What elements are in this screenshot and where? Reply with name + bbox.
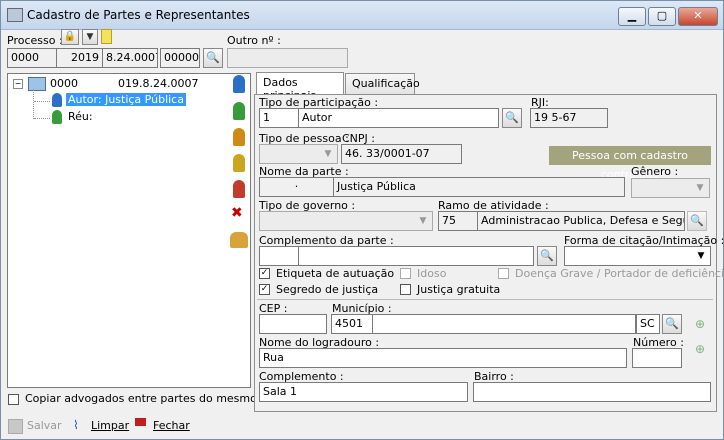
genero-select[interactable]: ▼ — [631, 178, 710, 198]
idoso-label: Idoso — [417, 267, 447, 280]
forma-citacao-select[interactable]: ▼ — [564, 246, 711, 266]
ramo-code[interactable]: 75 — [438, 211, 478, 231]
gratuita-checkbox[interactable] — [400, 284, 411, 295]
doenca-checkbox[interactable] — [498, 268, 509, 279]
search-participacao-icon[interactable]: 🔍 — [502, 108, 522, 128]
ramo-field[interactable]: Administracao Publica, Defesa e Segurida… — [477, 211, 685, 231]
add-terceiro-icon[interactable] — [233, 128, 245, 146]
parties-tree[interactable]: − 0000 019.8.24.0007 Autor: Justiça Públ… — [7, 73, 251, 388]
outro-field[interactable] — [227, 48, 348, 68]
add-reu-icon[interactable] — [233, 102, 245, 120]
minimize-button[interactable]: ▁ — [618, 7, 646, 26]
maximize-button[interactable]: ▢ — [648, 7, 676, 26]
municipio-code[interactable]: 4501 — [331, 314, 373, 334]
note-icon[interactable] — [101, 29, 112, 44]
etiqueta-checkbox[interactable]: ✓ — [259, 268, 270, 279]
autor-person-icon — [52, 93, 62, 107]
tipo-governo-select[interactable]: ▼ — [259, 211, 433, 231]
genero-label: Gênero : — [631, 165, 679, 178]
main-window: Cadastro de Partes e Representantes ▁ ▢ … — [0, 0, 724, 440]
processo-seg3[interactable]: 8.24.0007 — [102, 48, 158, 68]
tree-root-left: 0000 — [50, 77, 78, 90]
logradouro-field[interactable]: Rua — [259, 348, 627, 368]
footer-toolbar: Salvar ⌇ Limpar Fechar — [1, 415, 723, 439]
group-parties-icon[interactable] — [230, 232, 248, 248]
tree-item-autor[interactable]: Autor: Justiça Pública — [66, 93, 186, 106]
fechar-button[interactable]: Fechar — [153, 419, 190, 432]
nome-parte-field[interactable]: Justiça Pública — [333, 177, 625, 197]
processo-seg4[interactable]: 00000 — [160, 48, 200, 68]
broom-icon: ⌇ — [73, 418, 79, 432]
processo-label: Processo : — [7, 34, 63, 47]
tree-item-reu[interactable]: Réu: — [68, 110, 93, 123]
app-icon — [7, 8, 23, 22]
reu-person-icon — [52, 110, 62, 124]
search-ramo-icon[interactable]: 🔍 — [687, 211, 707, 231]
tree-root-right: 019.8.24.0007 — [118, 77, 199, 90]
remove-party-icon[interactable]: ✖ — [231, 205, 243, 221]
tree-collapse-icon[interactable]: − — [13, 79, 23, 89]
tipo-participacao-field[interactable]: Autor — [298, 108, 499, 128]
address-lookup-icon[interactable]: ⊕ — [695, 342, 705, 356]
copiar-checkbox[interactable] — [8, 394, 19, 405]
complemento-parte-code[interactable] — [259, 246, 299, 266]
processo-seg2[interactable]: 2019 — [56, 48, 103, 68]
uf-field[interactable]: SC — [636, 314, 660, 334]
tipo-pessoa-select[interactable]: ▼ — [259, 144, 338, 164]
idoso-checkbox[interactable] — [400, 268, 411, 279]
bairro-field[interactable] — [473, 382, 711, 402]
municipio-field[interactable] — [372, 314, 636, 334]
map-search-icon[interactable]: ⊕ — [695, 317, 705, 331]
tab-qualificacao[interactable]: Qualificação — [345, 73, 420, 94]
segredo-label: Segredo de justiça — [276, 283, 379, 296]
cnpj-field[interactable]: 46. 33/0001-07 — [341, 144, 462, 164]
numero-field[interactable] — [632, 348, 682, 368]
close-button[interactable]: ✕ — [678, 7, 718, 26]
cep-field[interactable] — [259, 314, 327, 334]
copiar-label: Copiar advogados entre partes do mesmo p… — [25, 392, 284, 405]
search-complemento-icon[interactable]: 🔍 — [537, 246, 557, 266]
gratuita-label: Justiça gratuita — [417, 283, 501, 296]
outro-label: Outro nº : — [227, 34, 281, 47]
add-autor-icon[interactable] — [233, 75, 245, 93]
pessoa-controlada-badge: Pessoa com cadastro controlado — [549, 146, 711, 181]
add-representante-icon[interactable] — [233, 154, 245, 172]
search-municipio-icon[interactable]: 🔍 — [662, 314, 682, 334]
doenca-label: Doença Grave / Portador de deficiência — [515, 267, 724, 280]
add-advogado-icon[interactable] — [233, 180, 245, 198]
complemento-parte-field[interactable] — [298, 246, 534, 266]
address-divider — [257, 299, 713, 300]
window-title: Cadastro de Partes e Representantes — [27, 8, 250, 22]
limpar-button[interactable]: Limpar — [91, 419, 129, 432]
rji-field[interactable]: 19 5-67 — [530, 108, 608, 128]
title-bar: Cadastro de Partes e Representantes ▁ ▢ … — [1, 1, 723, 30]
save-icon — [8, 419, 23, 434]
nome-prefix-field[interactable]: · — [259, 177, 334, 197]
etiqueta-label: Etiqueta de autuação — [276, 267, 395, 280]
salvar-button[interactable]: Salvar — [27, 419, 62, 432]
tab-dados-principais[interactable]: Dados principais — [256, 72, 344, 102]
complemento-field[interactable]: Sala 1 — [259, 382, 468, 402]
segredo-checkbox[interactable]: ✓ — [259, 284, 270, 295]
processo-seg1[interactable]: 0000 — [7, 48, 57, 68]
lock-icon[interactable]: 🔒 — [61, 29, 79, 45]
folder-icon — [28, 77, 46, 91]
tipo-participacao-code[interactable]: 1 — [259, 108, 299, 128]
search-processo-icon[interactable]: 🔍 — [203, 48, 223, 68]
dropdown-arrow-icon[interactable]: ▼ — [82, 29, 98, 45]
exit-flag-icon — [135, 418, 146, 426]
